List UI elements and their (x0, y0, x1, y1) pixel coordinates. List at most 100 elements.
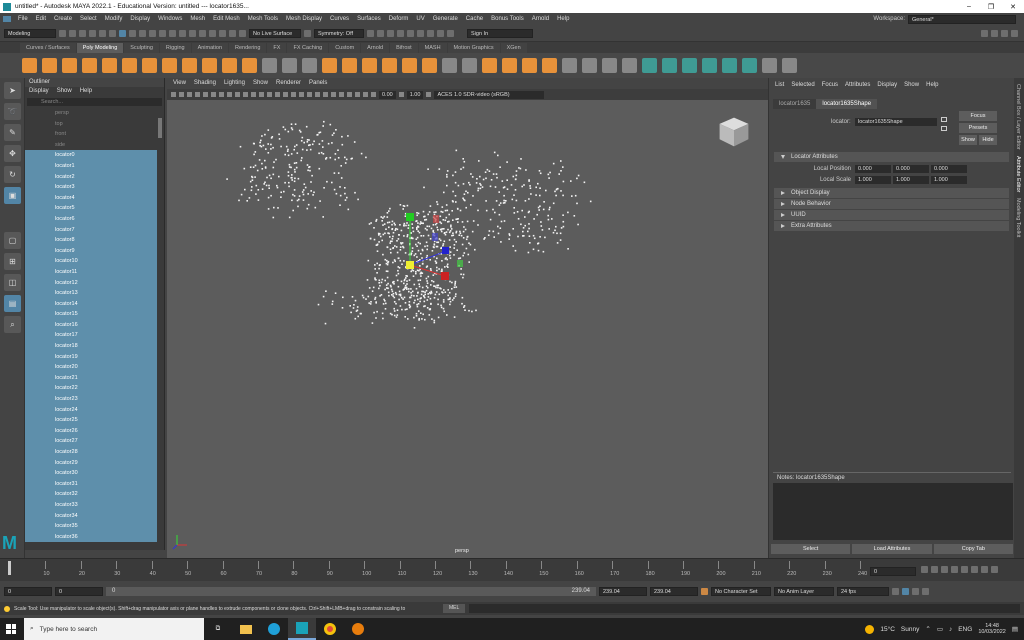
outliner-item-locator27[interactable]: locator27 (25, 436, 157, 447)
outliner-item-locator17[interactable]: locator17 (25, 330, 157, 342)
locator-point[interactable] (484, 237, 486, 239)
locator-point[interactable] (288, 163, 291, 166)
locator-point[interactable] (403, 296, 406, 299)
poly-torus-icon[interactable] (102, 58, 117, 73)
locator-point[interactable] (350, 158, 353, 160)
locator-point[interactable] (380, 216, 383, 218)
outliner-item-locator3[interactable]: locator3 (25, 182, 157, 193)
locator-point[interactable] (462, 230, 465, 233)
locator-point[interactable] (554, 190, 556, 193)
locator-point[interactable] (406, 308, 408, 310)
locator-point[interactable] (472, 220, 475, 222)
locator-point[interactable] (284, 181, 286, 184)
locator-point[interactable] (416, 245, 418, 247)
locator-point[interactable] (295, 166, 298, 169)
locator-point[interactable] (294, 145, 296, 148)
locator-point[interactable] (373, 227, 375, 229)
use-all-lights-icon[interactable] (291, 92, 296, 97)
locator-point[interactable] (282, 126, 285, 128)
locator-point[interactable] (539, 187, 541, 189)
mode-dropdown[interactable]: Modeling (4, 28, 56, 38)
locator-point[interactable] (335, 192, 338, 195)
maya-app-icon[interactable] (288, 618, 316, 640)
locator-point[interactable] (388, 232, 390, 235)
locator-point[interactable] (265, 148, 267, 150)
locator-point[interactable] (396, 251, 399, 254)
locator-point[interactable] (515, 174, 518, 177)
locator-point[interactable] (307, 203, 310, 206)
manipulator-x-handle[interactable] (441, 272, 449, 280)
locator-point[interactable] (485, 209, 488, 212)
locator-point[interactable] (436, 201, 438, 203)
locator-point[interactable] (508, 234, 511, 237)
locator-point[interactable] (453, 244, 456, 246)
locator-point[interactable] (417, 230, 419, 232)
locator-point[interactable] (501, 180, 504, 182)
locator-point[interactable] (502, 202, 505, 204)
workspace-dropdown[interactable]: General* (908, 14, 1016, 24)
locator-point[interactable] (449, 300, 452, 303)
locator-point[interactable] (463, 193, 466, 195)
locator-point[interactable] (537, 242, 539, 245)
locator-point[interactable] (548, 208, 551, 211)
copy-tab-button[interactable]: Copy Tab (933, 544, 1013, 554)
locator-point[interactable] (548, 177, 550, 179)
locator-point[interactable] (423, 300, 426, 303)
locator-point[interactable] (498, 213, 501, 216)
locator-point[interactable] (335, 129, 337, 131)
locator-point[interactable] (368, 287, 371, 289)
locator-point[interactable] (442, 244, 444, 247)
locator-point[interactable] (457, 221, 459, 223)
locator-point[interactable] (381, 278, 384, 281)
automatic-uv-icon[interactable] (582, 58, 597, 73)
locator-point[interactable] (424, 219, 426, 221)
locator-point[interactable] (433, 321, 436, 324)
locator-point[interactable] (413, 301, 415, 304)
locator-point[interactable] (329, 123, 332, 126)
locator-point[interactable] (421, 272, 424, 274)
locator-point[interactable] (495, 173, 498, 175)
locator-point[interactable] (303, 141, 305, 144)
locator-point[interactable] (498, 191, 500, 193)
outliner-item-locator10[interactable]: locator10 (25, 256, 157, 267)
weather-temp[interactable]: 15°C (880, 626, 895, 633)
locator-point[interactable] (513, 212, 516, 214)
locator-point[interactable] (462, 183, 465, 185)
ae-menu-list[interactable]: List (775, 78, 784, 93)
locator-point[interactable] (427, 234, 430, 237)
locator-point[interactable] (256, 169, 259, 172)
locator-point[interactable] (556, 242, 559, 244)
locator-point[interactable] (427, 293, 429, 295)
locator-point[interactable] (290, 153, 293, 155)
menu-select[interactable]: Select (76, 16, 101, 22)
locator-point[interactable] (450, 224, 452, 227)
locator-point[interactable] (275, 158, 277, 161)
locator-point[interactable] (533, 237, 536, 240)
ipr-render-icon[interactable] (387, 29, 394, 37)
locator-point[interactable] (513, 194, 515, 196)
locator-point[interactable] (425, 289, 428, 292)
locator-point[interactable] (368, 302, 370, 304)
locator-point[interactable] (440, 270, 443, 273)
locator-point[interactable] (408, 303, 410, 306)
locator-point[interactable] (325, 157, 328, 159)
range-slider[interactable]: 0 239.04 (106, 586, 596, 596)
locator-point[interactable] (391, 238, 394, 240)
outliner-persp-layout-icon[interactable]: ▤ (4, 295, 21, 312)
locator-point[interactable] (331, 303, 334, 305)
locator-point[interactable] (461, 296, 464, 299)
locator-point[interactable] (285, 145, 288, 148)
outliner-item-locator8[interactable]: locator8 (25, 235, 157, 246)
locator-point[interactable] (543, 201, 545, 203)
locator-point[interactable] (344, 199, 347, 201)
current-time-marker[interactable] (8, 561, 11, 575)
locator-point[interactable] (559, 232, 562, 235)
locator-point[interactable] (410, 253, 412, 256)
locator-point[interactable] (463, 305, 466, 307)
locator-point[interactable] (420, 297, 422, 299)
locator-point[interactable] (387, 282, 389, 285)
locator-point[interactable] (412, 275, 415, 277)
locator-point[interactable] (441, 228, 443, 230)
locator-point[interactable] (374, 298, 376, 300)
select-by-dynamic-icon[interactable] (189, 29, 196, 37)
